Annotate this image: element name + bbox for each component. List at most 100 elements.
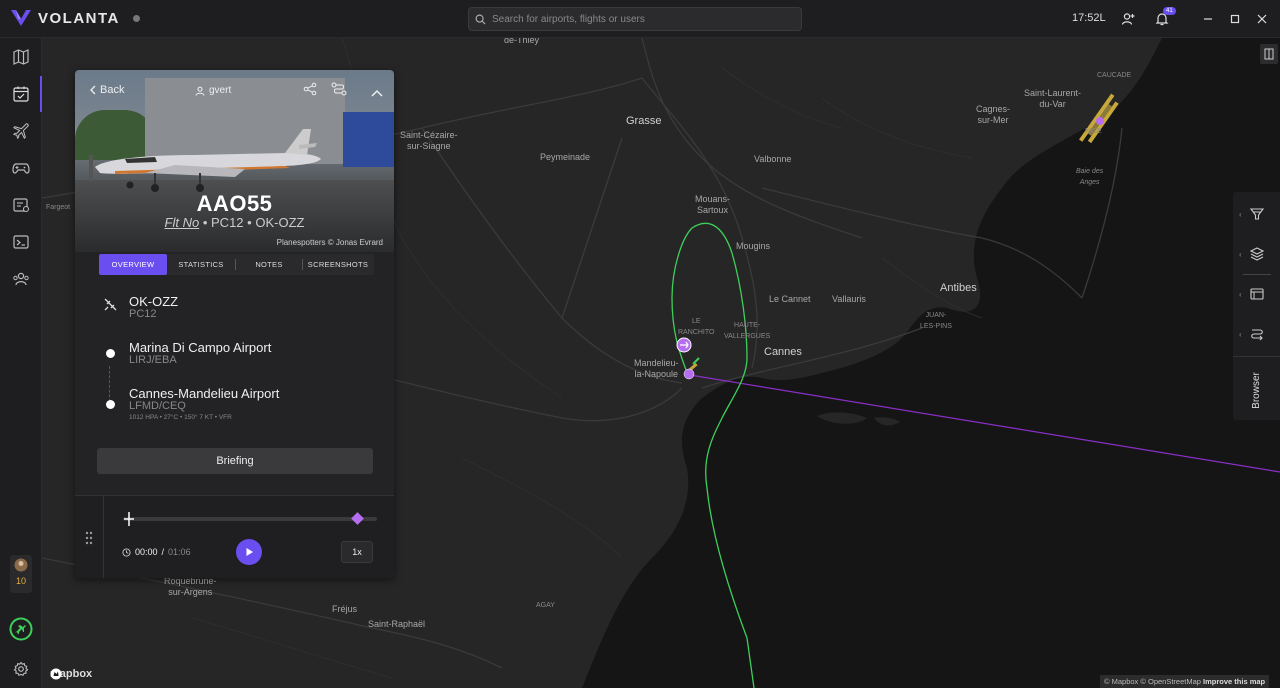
- map-icon: [13, 49, 29, 65]
- flight-number[interactable]: Flt No: [165, 215, 200, 230]
- drag-handle[interactable]: [75, 496, 104, 578]
- nav-community[interactable]: [0, 261, 42, 297]
- layers-button[interactable]: ‹: [1233, 234, 1280, 274]
- aircraft-info[interactable]: OK-OZZ PC12: [103, 294, 178, 320]
- search-input[interactable]: [492, 13, 792, 25]
- map-label: Roquebrune- sur-Argens: [164, 576, 217, 597]
- gamepad-icon: [12, 163, 30, 174]
- flight-panel: Back gvert AAO55 Flt No • PC12 • OK-OZZ …: [75, 70, 394, 578]
- map-label: Antibes: [940, 282, 977, 294]
- flight-tabs: OVERVIEW STATISTICS NOTES SCREENSHOTS: [99, 254, 374, 275]
- airplane-icon: [12, 123, 29, 140]
- briefing-button[interactable]: Briefing: [97, 448, 373, 474]
- map-label: Peymeinade: [540, 152, 591, 162]
- chevron-left-icon: ‹: [1239, 249, 1242, 259]
- separator: •: [202, 215, 208, 230]
- aircraft-sub: PC12: [129, 308, 157, 320]
- tab-statistics[interactable]: STATISTICS: [167, 254, 235, 275]
- current-time: 00:00: [135, 547, 158, 557]
- origin-airport[interactable]: Marina Di Campo Airport LIRJ/EBA: [103, 340, 271, 366]
- nav-flight-plan[interactable]: [0, 76, 42, 112]
- map-label: CAUCADE: [1097, 72, 1132, 79]
- filter-button[interactable]: ‹: [1233, 194, 1280, 234]
- route-icon: [331, 82, 347, 96]
- improve-map-link[interactable]: Improve this map: [1203, 677, 1265, 686]
- tab-overview[interactable]: OVERVIEW: [99, 254, 167, 275]
- aircraft-photo: Back gvert AAO55 Flt No • PC12 • OK-OZZ …: [75, 70, 394, 252]
- tab-notes[interactable]: NOTES: [236, 254, 302, 275]
- collapse-panel-button[interactable]: [371, 84, 383, 102]
- replay-scrubber[interactable]: [123, 517, 377, 521]
- back-button[interactable]: Back: [89, 84, 124, 96]
- mapbox-logo[interactable]: mapbox: [50, 668, 92, 680]
- flight-subtitle: Flt No • PC12 • OK-OZZ: [75, 215, 394, 230]
- map-attribution[interactable]: © Mapbox © OpenStreetMap Improve this ma…: [1100, 675, 1270, 688]
- friends-button[interactable]: [1118, 9, 1138, 29]
- map-label: Cannes: [764, 346, 802, 358]
- aircraft-registration: OK-OZZ: [255, 215, 305, 230]
- panel-icon: [1264, 48, 1274, 60]
- total-duration: 01:06: [168, 547, 191, 557]
- route-icon: [1250, 329, 1263, 341]
- pilot-username: gvert: [209, 85, 232, 96]
- replay-time: 00:00 / 01:06: [122, 547, 191, 557]
- nav-flights[interactable]: [0, 113, 42, 149]
- share-button[interactable]: [303, 82, 317, 101]
- tab-screenshots[interactable]: SCREENSHOTS: [303, 254, 373, 275]
- search-icon: [475, 14, 486, 25]
- replay-scrubber-thumb[interactable]: [351, 512, 364, 525]
- user-level-badge[interactable]: 10: [10, 555, 32, 593]
- route-tools-button[interactable]: ‹: [1233, 314, 1280, 354]
- search-bar[interactable]: [468, 7, 802, 31]
- drag-handle-icon: [85, 531, 93, 544]
- takeoff-marker-icon: [124, 512, 134, 526]
- chevron-up-icon: [371, 89, 383, 97]
- maximize-button[interactable]: [1225, 9, 1245, 29]
- layers-icon: [1249, 247, 1264, 261]
- mapbox-icon: [50, 668, 62, 680]
- destination-airport[interactable]: Cannes-Mandelieu Airport LFMD/CEQ 1012 H…: [103, 386, 279, 421]
- nav-terminal[interactable]: [0, 224, 42, 260]
- chevron-left-icon: ‹: [1239, 209, 1242, 219]
- tracking-icon: [9, 617, 33, 641]
- tracking-status-button[interactable]: [0, 611, 42, 647]
- window-button[interactable]: ‹: [1233, 274, 1280, 314]
- map-options-button[interactable]: [1260, 44, 1278, 64]
- map-label: Baie des Anges: [1076, 168, 1104, 186]
- flight-callsign: AAO55: [196, 191, 273, 216]
- settings-button[interactable]: [0, 651, 42, 687]
- airplane-icon: [104, 298, 116, 311]
- time-separator: /: [161, 547, 165, 557]
- replay-player: 00:00 / 01:06 1x: [75, 495, 394, 578]
- notifications-button[interactable]: 41: [1152, 7, 1176, 29]
- play-button[interactable]: [236, 539, 262, 565]
- map-label: Saint-Cézaire- sur-Siagne: [400, 130, 458, 151]
- volanta-logo-icon: [11, 10, 31, 26]
- browser-tab[interactable]: Browser: [1233, 360, 1280, 420]
- browser-label: Browser: [1251, 371, 1262, 409]
- play-icon: [246, 548, 253, 556]
- clock: 17:52L: [1072, 12, 1106, 24]
- pilot-link[interactable]: gvert: [195, 85, 231, 96]
- window-icon: [1249, 288, 1264, 300]
- users-icon: [13, 272, 29, 286]
- close-window-button[interactable]: [1252, 9, 1272, 29]
- map-label: Mandelieu- la-Napoule: [634, 358, 679, 379]
- history-icon: [122, 547, 131, 557]
- nav-map[interactable]: [0, 39, 42, 75]
- map-label: de-Thiey: [504, 38, 540, 45]
- minimize-button[interactable]: [1198, 9, 1218, 29]
- top-bar: VOLANTA 17:52L 41: [0, 0, 1280, 38]
- close-icon: [1257, 14, 1267, 24]
- route-button[interactable]: [331, 82, 347, 101]
- map-label: JUAN- LES-PINS: [920, 312, 952, 330]
- playback-speed-button[interactable]: 1x: [341, 541, 373, 563]
- photo-credit: Planespotters © Jonas Evrard: [276, 238, 383, 247]
- nav-logbook[interactable]: [0, 187, 42, 223]
- map-label: Mouans- Sartoux: [695, 194, 731, 215]
- nav-simulator[interactable]: [0, 150, 42, 186]
- logbook-icon: [13, 198, 30, 213]
- map-label: Vallauris: [832, 294, 866, 304]
- logo[interactable]: VOLANTA: [10, 9, 120, 27]
- user-level: 10: [15, 576, 26, 586]
